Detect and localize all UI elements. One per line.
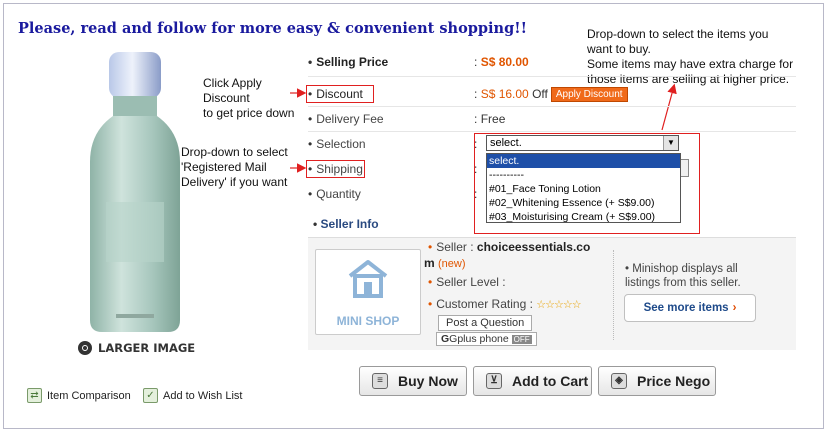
see-more-items-button[interactable]: See more items ›	[624, 294, 756, 322]
selection-options-list[interactable]: select. ---------- #01_Face Toning Lotio…	[486, 153, 681, 223]
buy-now-button[interactable]: ≡ Buy Now	[359, 366, 467, 396]
tag-icon: ◈	[611, 373, 627, 389]
mini-shop-button[interactable]: MINI SHOP	[315, 249, 421, 335]
item-comparison-link[interactable]: ⇄ Item Comparison	[27, 388, 131, 403]
option-item[interactable]: #03_Moisturising Cream (+ S$9.00)	[487, 210, 680, 224]
cart-compare-icon: ⇄	[27, 388, 42, 403]
selection-colon: :	[474, 137, 478, 151]
seller-info-title: • Seller Info	[313, 217, 379, 231]
option-item[interactable]: select.	[487, 154, 680, 168]
product-image[interactable]	[80, 52, 190, 334]
divider	[308, 131, 796, 132]
option-item[interactable]: #02_Whitening Essence (+ S$9.00)	[487, 196, 680, 210]
checkmark-icon: ✓	[143, 388, 158, 403]
seller-name: • Seller : choiceessentials.co	[428, 240, 591, 254]
seller-divider	[613, 250, 614, 340]
quantity-colon: :	[474, 187, 478, 201]
minishop-description: • Minishop displays all listings from th…	[625, 263, 741, 289]
selling-price-value: : S$ 80.00	[474, 55, 529, 69]
seller-name-continued: m (new)	[424, 256, 466, 270]
post-question-button[interactable]: Post a Question	[438, 315, 533, 331]
shipping-dropdown-edge[interactable]	[680, 159, 689, 177]
price-nego-button[interactable]: ◈ Price Nego	[598, 366, 716, 396]
rating-stars-icon: ☆☆☆☆☆	[536, 299, 581, 311]
gplus-phone-button[interactable]: GGplus phone OFF	[436, 332, 537, 346]
shop-house-icon	[348, 260, 388, 298]
selling-price-label: • Selling Price	[308, 55, 389, 69]
divider	[308, 76, 796, 77]
list-icon: ≡	[372, 373, 388, 389]
apply-discount-button[interactable]: Apply Discount	[550, 87, 628, 102]
cart-icon: ⊻	[486, 373, 502, 389]
discount-value: : S$ 16.00 Off Apply Discount	[474, 87, 628, 102]
selection-label: • Selection	[308, 137, 366, 151]
discount-label: • Discount	[308, 87, 363, 101]
quantity-label: • Quantity	[308, 187, 361, 201]
larger-image-link[interactable]: LARGER IMAGE	[78, 341, 195, 355]
delivery-fee-label: • Delivery Fee	[308, 112, 384, 126]
shipping-label: • Shipping	[308, 162, 363, 176]
selection-dropdown[interactable]: select. ▼	[486, 135, 679, 151]
magnifier-icon	[78, 341, 92, 355]
gplus-off-badge: OFF	[511, 335, 532, 344]
add-to-wish-list-link[interactable]: ✓ Add to Wish List	[143, 388, 242, 403]
divider	[308, 106, 796, 107]
delivery-fee-value: : Free	[474, 112, 506, 126]
shipping-colon: :	[474, 162, 478, 176]
seller-level: • Seller Level :	[428, 275, 506, 289]
customer-rating: • Customer Rating : ☆☆☆☆☆	[428, 297, 582, 311]
add-to-cart-button[interactable]: ⊻ Add to Cart	[473, 366, 592, 396]
chevron-right-icon: ›	[732, 302, 737, 314]
chevron-down-icon[interactable]: ▼	[663, 136, 678, 150]
option-item[interactable]: #01_Face Toning Lotion	[487, 182, 680, 196]
option-item[interactable]: ----------	[487, 168, 680, 182]
